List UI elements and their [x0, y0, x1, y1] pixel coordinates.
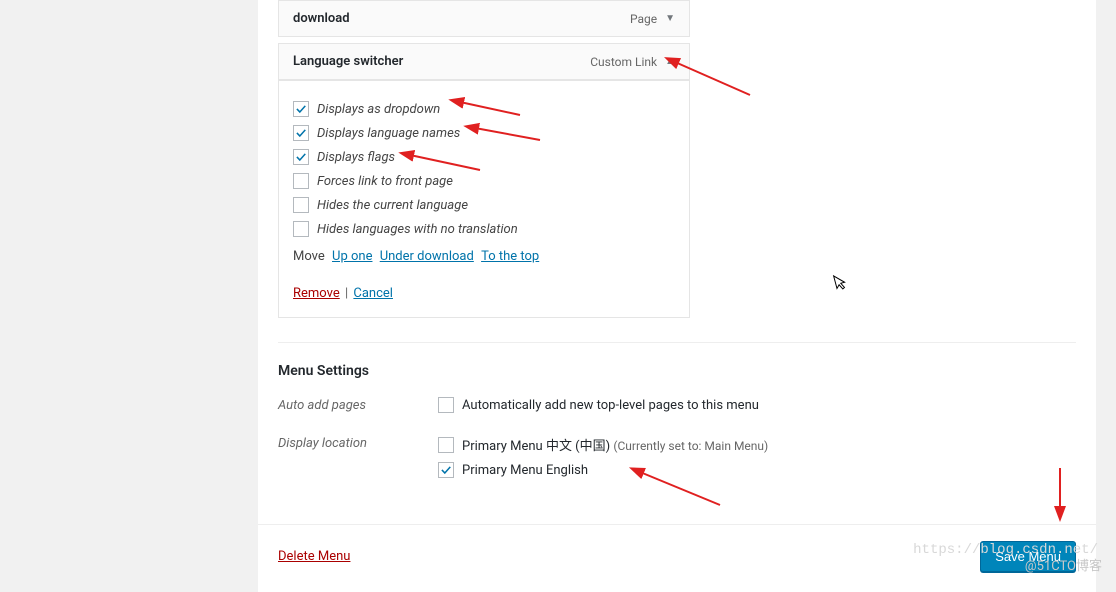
- option-hide-notrans-row: Hides languages with no translation: [293, 221, 675, 237]
- option-names-row: Displays language names: [293, 125, 675, 141]
- checkbox-dropdown[interactable]: [293, 101, 309, 117]
- menu-item-title: Language switcher: [293, 54, 403, 69]
- auto-add-label: Auto add pages: [278, 397, 438, 413]
- move-to-top-link[interactable]: To the top: [481, 249, 539, 264]
- footer-separator: [258, 524, 1096, 525]
- option-force-front-label: Forces link to front page: [317, 174, 453, 189]
- move-row: Move Up one Under download To the top: [293, 249, 675, 264]
- option-hide-current-label: Hides the current language: [317, 198, 468, 213]
- menu-item-settings-panel: Displays as dropdown Displays language n…: [278, 80, 690, 318]
- primary-en-label: Primary Menu English: [462, 463, 588, 478]
- option-names-label: Displays language names: [317, 126, 460, 141]
- checkbox-flags[interactable]: [293, 149, 309, 165]
- display-location-label: Display location: [278, 435, 438, 451]
- option-force-front-row: Forces link to front page: [293, 173, 675, 189]
- option-dropdown-row: Displays as dropdown: [293, 101, 675, 117]
- checkbox-hide-current[interactable]: [293, 197, 309, 213]
- checkbox-hide-notrans[interactable]: [293, 221, 309, 237]
- auto-add-row: Auto add pages Automatically add new top…: [278, 397, 1076, 421]
- primary-zh-label: Primary Menu 中文 (中国): [462, 439, 610, 454]
- menu-item-type: Page: [630, 12, 657, 26]
- section-separator: [278, 342, 1076, 343]
- watermark2-text: @51CTO博客: [1025, 555, 1102, 574]
- menu-item-language-switcher[interactable]: Language switcher Custom Link ▲: [278, 43, 690, 80]
- move-up-one-link[interactable]: Up one: [332, 249, 372, 264]
- checkbox-auto-add[interactable]: [438, 397, 454, 413]
- separator: |: [345, 286, 348, 301]
- display-location-row: Display location Primary Menu 中文 (中国) (C…: [278, 435, 1076, 486]
- delete-menu-link[interactable]: Delete Menu: [278, 549, 350, 564]
- menu-item-title: download: [293, 11, 350, 26]
- checkbox-primary-zh[interactable]: [438, 437, 454, 453]
- option-hide-notrans-label: Hides languages with no translation: [317, 222, 518, 237]
- remove-link[interactable]: Remove: [293, 286, 340, 301]
- menu-item-download[interactable]: download Page ▼: [278, 0, 690, 37]
- chevron-up-icon[interactable]: ▲: [665, 56, 675, 67]
- chevron-down-icon[interactable]: ▼: [665, 13, 675, 24]
- option-dropdown-label: Displays as dropdown: [317, 102, 440, 117]
- menu-settings-section: Menu Settings Auto add pages Automatical…: [258, 363, 1096, 516]
- primary-zh-note: (Currently set to: Main Menu): [613, 439, 768, 453]
- remove-cancel-row: Remove | Cancel: [293, 286, 675, 301]
- move-label: Move: [293, 249, 325, 264]
- option-hide-current-row: Hides the current language: [293, 197, 675, 213]
- move-under-download-link[interactable]: Under download: [380, 249, 474, 264]
- menu-item-type: Custom Link: [590, 55, 657, 69]
- cancel-link[interactable]: Cancel: [353, 286, 393, 301]
- auto-add-option-label: Automatically add new top-level pages to…: [462, 398, 759, 413]
- option-flags-label: Displays flags: [317, 150, 395, 165]
- menu-settings-title: Menu Settings: [278, 363, 1076, 379]
- option-flags-row: Displays flags: [293, 149, 675, 165]
- checkbox-names[interactable]: [293, 125, 309, 141]
- checkbox-primary-en[interactable]: [438, 462, 454, 478]
- checkbox-force-front[interactable]: [293, 173, 309, 189]
